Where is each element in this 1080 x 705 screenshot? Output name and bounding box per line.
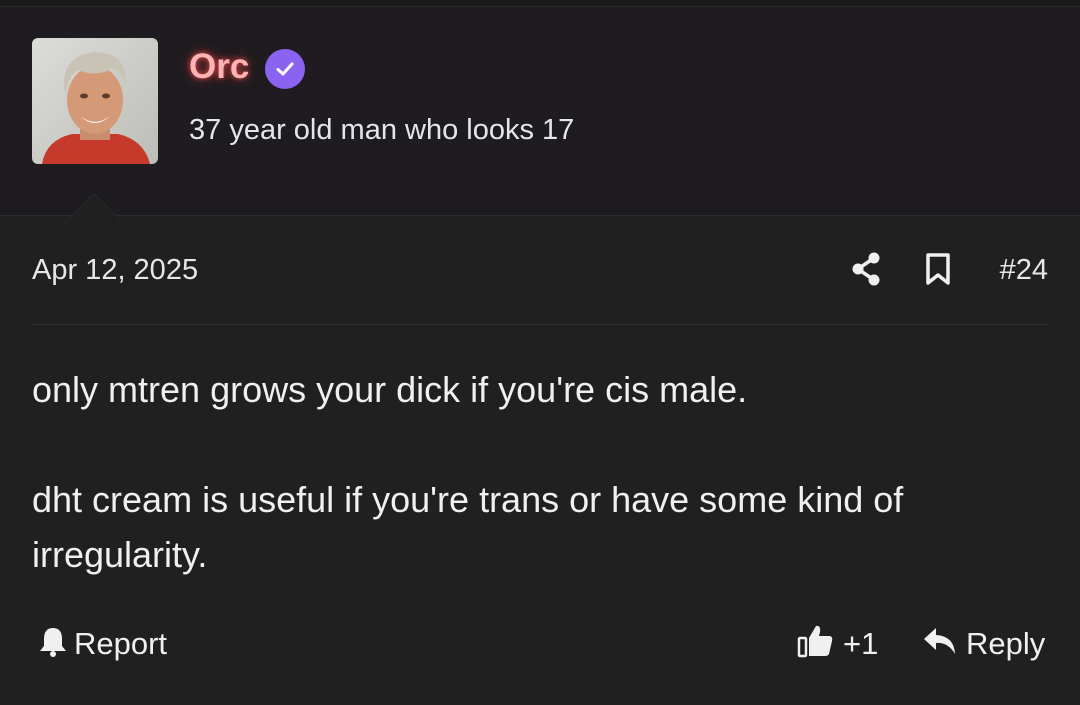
avatar[interactable] [32,38,158,164]
post-meta: Apr 12, 2025 #24 [32,250,1048,294]
post-number-link[interactable]: #24 [1000,254,1048,287]
thumbs-up-icon [797,622,835,665]
like-button[interactable]: +1 [797,623,878,663]
post-date[interactable]: Apr 12, 2025 [32,254,198,287]
divider [32,324,1048,325]
user-title: 37 year old man who looks 17 [189,114,575,146]
report-button[interactable]: Report [38,623,167,663]
username[interactable]: Orc [189,49,249,84]
post-message: only mtren grows your dick if you're cis… [32,362,1048,582]
pointer [66,194,122,222]
like-count: +1 [843,625,879,661]
top-border [0,0,1080,7]
verified-check-icon [265,49,305,89]
reply-label: Reply [966,625,1046,661]
reply-arrow-icon [922,625,958,662]
message-paragraph: only mtren grows your dick if you're cis… [32,369,748,410]
bell-icon [38,625,68,662]
share-icon[interactable] [850,252,882,286]
user-block: Orc 37 year old man who looks 17 [0,7,1080,222]
message-paragraph: dht cream is useful if you're trans or h… [32,479,904,575]
report-label: Report [74,625,168,661]
reply-button[interactable]: Reply [922,623,1045,663]
forum-post: Orc 37 year old man who looks 17 Apr 12,… [0,0,1080,705]
bookmark-icon[interactable] [924,252,952,286]
